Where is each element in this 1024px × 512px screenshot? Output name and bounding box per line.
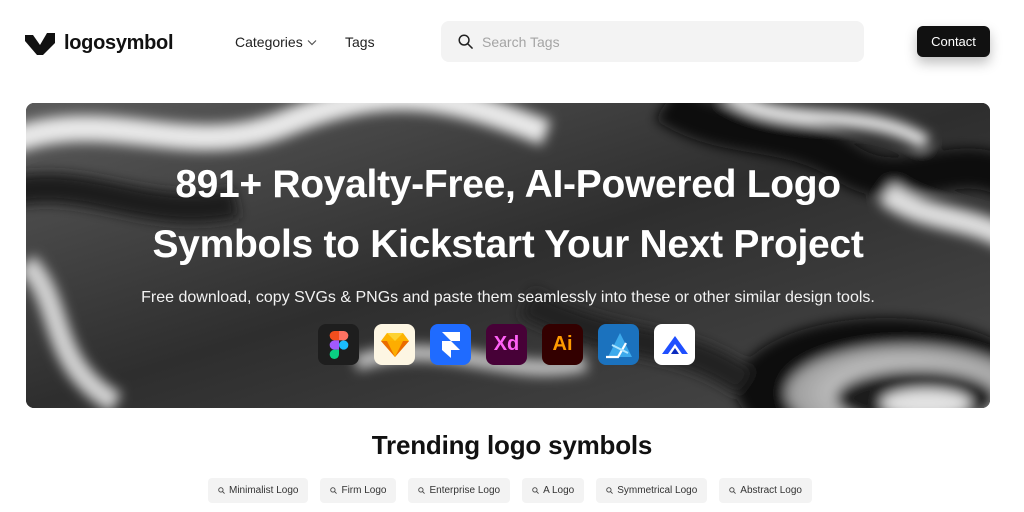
tag-enterprise-logo[interactable]: Enterprise Logo bbox=[408, 478, 511, 503]
sketch-icon[interactable] bbox=[374, 324, 415, 365]
chevron-down-icon bbox=[307, 39, 317, 45]
lunacy-glyph bbox=[661, 335, 688, 354]
figma-icon[interactable] bbox=[318, 324, 359, 365]
tag-label: A Logo bbox=[543, 485, 575, 496]
hero-title-line-1: 891+ Royalty-Free, AI-Powered Logo bbox=[175, 163, 841, 206]
tag-label: Firm Logo bbox=[341, 485, 387, 496]
search-bar[interactable] bbox=[441, 21, 864, 62]
nav-tags[interactable]: Tags bbox=[345, 34, 375, 50]
tag-minimalist-logo[interactable]: Minimalist Logo bbox=[207, 478, 309, 503]
search-input[interactable] bbox=[482, 33, 842, 50]
trending-title: Trending logo symbols bbox=[371, 430, 653, 460]
contact-button[interactable]: Contact bbox=[917, 26, 990, 57]
figma-glyph bbox=[329, 330, 348, 359]
search-icon bbox=[532, 487, 539, 494]
tag-a-logo[interactable]: A Logo bbox=[522, 478, 585, 503]
hero-subtitle: Free download, copy SVGs & PNGs and past… bbox=[141, 289, 875, 306]
search-icon bbox=[330, 487, 338, 494]
adobe-xd-label: Xd bbox=[493, 333, 520, 355]
tag-label: Enterprise Logo bbox=[429, 485, 501, 496]
affinity-glyph bbox=[605, 332, 632, 358]
brand-name: logosymbol bbox=[64, 31, 174, 54]
adobe-illustrator-label: Ai bbox=[552, 333, 573, 355]
nav-categories-label: Categories bbox=[235, 34, 303, 50]
tag-abstract-logo[interactable]: Abstract Logo bbox=[719, 478, 812, 503]
tag-label: Abstract Logo bbox=[740, 485, 802, 496]
search-icon bbox=[418, 487, 426, 494]
logo-mark-icon bbox=[25, 33, 55, 55]
framer-glyph bbox=[441, 331, 460, 358]
trending-tags: Minimalist Logo Firm Logo Enterprise Log… bbox=[0, 478, 1024, 503]
design-tools-list: Xd Ai bbox=[318, 324, 695, 365]
nav-tags-label: Tags bbox=[345, 34, 375, 50]
site-header: logosymbol Categories Tags Contact bbox=[0, 0, 1024, 84]
brand-logo[interactable]: logosymbol bbox=[25, 31, 174, 55]
sketch-glyph bbox=[380, 332, 409, 357]
nav-categories[interactable]: Categories bbox=[235, 34, 317, 50]
adobe-xd-icon[interactable]: Xd bbox=[486, 324, 527, 365]
tag-firm-logo[interactable]: Firm Logo bbox=[320, 478, 397, 503]
tag-label: Symmetrical Logo bbox=[617, 485, 698, 496]
search-icon bbox=[458, 34, 473, 49]
affinity-designer-icon[interactable] bbox=[598, 324, 639, 365]
search-icon bbox=[606, 487, 614, 494]
search-icon bbox=[729, 487, 737, 494]
search-icon bbox=[218, 487, 225, 494]
adobe-illustrator-icon[interactable]: Ai bbox=[542, 324, 583, 365]
hero-title: 891+ Royalty-Free, AI-Powered Logo Symbo… bbox=[26, 155, 990, 275]
tag-symmetrical-logo[interactable]: Symmetrical Logo bbox=[596, 478, 708, 503]
framer-icon[interactable] bbox=[430, 324, 471, 365]
tag-label: Minimalist Logo bbox=[228, 485, 299, 496]
hero-banner: 891+ Royalty-Free, AI-Powered Logo Symbo… bbox=[26, 103, 990, 408]
lunacy-icon[interactable] bbox=[654, 324, 695, 365]
hero-title-line-2: Symbols to Kickstart Your Next Project bbox=[152, 223, 864, 266]
